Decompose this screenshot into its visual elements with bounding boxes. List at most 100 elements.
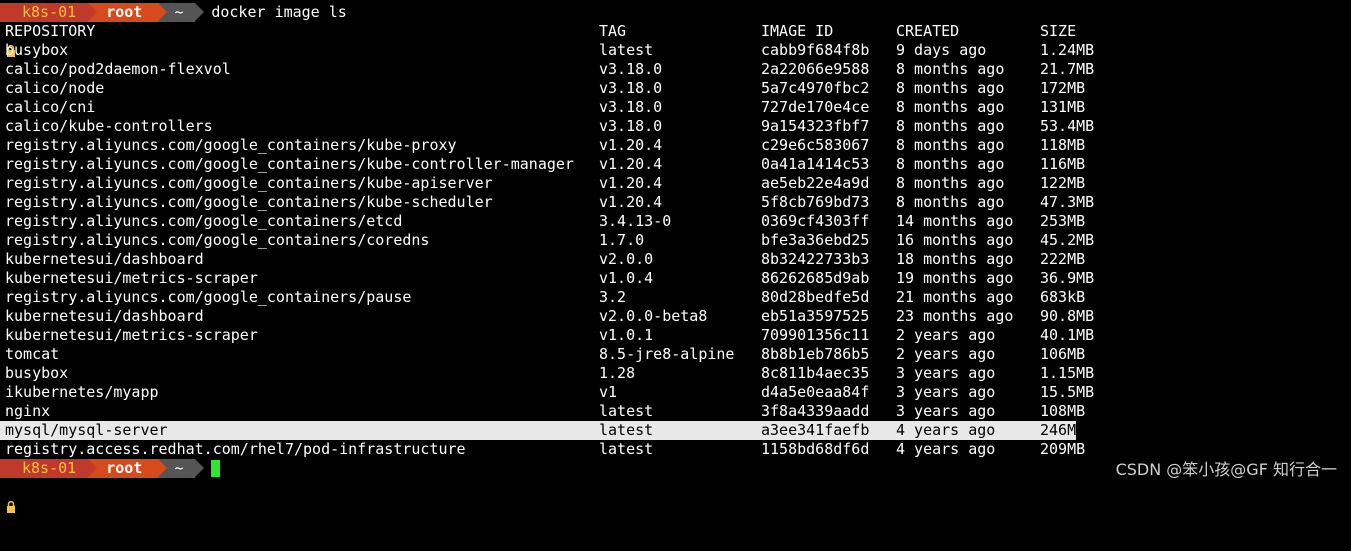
table-row: registry.aliyuncs.com/google_containers/… — [0, 193, 1351, 212]
cell-tag: latest — [599, 41, 654, 59]
terminal-window[interactable]: k8s-01 root ~ docker image ls REPOSITORY… — [0, 0, 1351, 513]
cell-repository: kubernetesui/dashboard — [5, 250, 204, 268]
table-row: kubernetesui/metrics-scraper v1.0.1 709901… — [0, 326, 1351, 345]
table-row: calico/node v3.18.0 5a7c4970fbc2 8 months a… — [0, 79, 1351, 98]
cell-repository: tomcat — [5, 345, 60, 363]
table-row: calico/kube-controllers v3.18.0 9a154323fb… — [0, 117, 1351, 136]
cell-size: 116MB — [1040, 155, 1086, 173]
prompt-dir: ~ — [174, 459, 184, 477]
cell-repository: registry.access.redhat.com/rhel7/pod-inf… — [5, 440, 466, 458]
cell-size: 40.1MB — [1040, 326, 1095, 344]
cell-image-id: 3f8a4339aadd — [761, 402, 870, 420]
cell-tag: latest — [599, 440, 654, 458]
cell-created: 3 years ago — [896, 364, 996, 382]
cell-created: 3 years ago — [896, 402, 996, 420]
table-row: busybox 1.28 8c811b4aec35 3 years ago 1.15MB — [0, 364, 1351, 383]
cell-image-id: 5f8cb769bd73 — [761, 193, 870, 211]
cell-repository: registry.aliyuncs.com/google_containers/… — [5, 174, 493, 192]
command-prompt: k8s-01 root ~ docker image ls — [0, 3, 347, 57]
cell-size: 246MB — [1040, 421, 1086, 439]
cell-created: 8 months ago — [896, 155, 1005, 173]
cell-tag: v1.0.4 — [599, 269, 654, 287]
table-row: registry.aliyuncs.com/google_containers/… — [0, 174, 1351, 193]
cell-size: 15.5MB — [1040, 383, 1095, 401]
cell-image-id: 8c811b4aec35 — [761, 364, 870, 382]
cell-created: 14 months ago — [896, 212, 1014, 230]
cell-created: 8 months ago — [896, 174, 1005, 192]
cell-tag: latest — [599, 421, 654, 439]
cell-repository: kubernetesui/dashboard — [5, 307, 204, 325]
cell-image-id: 8b32422733b3 — [761, 250, 870, 268]
cell-created: 8 months ago — [896, 79, 1005, 97]
header-repository: REPOSITORY — [5, 22, 96, 40]
cell-repository: calico/node — [5, 79, 105, 97]
cell-image-id: 727de170e4ce — [761, 98, 870, 116]
cell-image-id: d4a5e0eaa84f — [761, 383, 870, 401]
table-row: calico/pod2daemon-flexvol v3.18.0 2a22066e… — [0, 60, 1351, 79]
cell-image-id: c29e6c583067 — [761, 136, 870, 154]
cell-image-id: 86262685d9ab — [761, 269, 870, 287]
table-row: kubernetesui/dashboard v2.0.0-beta8 eb51a3… — [0, 307, 1351, 326]
cell-created: 8 months ago — [896, 117, 1005, 135]
cell-tag: v1.20.4 — [599, 155, 663, 173]
lock-icon — [6, 7, 16, 57]
cell-created: 2 years ago — [896, 345, 996, 363]
watermark: CSDN @笨小孩@GF 知行合一 — [1115, 460, 1337, 479]
cell-tag: 1.7.0 — [599, 231, 645, 249]
cell-size: 253MB — [1040, 212, 1086, 230]
header-image-id: IMAGE ID — [761, 22, 834, 40]
cell-created: 4 years ago — [896, 440, 996, 458]
cell-tag: latest — [599, 402, 654, 420]
cell-repository: registry.aliyuncs.com/google_containers/… — [5, 155, 574, 173]
cell-created: 18 months ago — [896, 250, 1014, 268]
cell-tag: v1.20.4 — [599, 136, 663, 154]
cell-size: 1.24MB — [1040, 41, 1095, 59]
header-size: SIZE — [1040, 22, 1077, 40]
cell-tag: 3.4.13-0 — [599, 212, 672, 230]
cell-size: 53.4MB — [1040, 117, 1095, 135]
cell-repository: registry.aliyuncs.com/google_containers/… — [5, 231, 430, 249]
cell-repository: calico/kube-controllers — [5, 117, 213, 135]
cell-created: 9 days ago — [896, 41, 987, 59]
cell-image-id: cabb9f684f8b — [761, 41, 870, 59]
cell-tag: v3.18.0 — [599, 98, 663, 116]
table-row: tomcat 8.5-jre8-alpine 8b8b1eb786b5 2 years… — [0, 345, 1351, 364]
cell-size: 209MB — [1040, 440, 1086, 458]
table-row: ikubernetes/myapp v1 d4a5e0eaa84f 3 years a… — [0, 383, 1351, 402]
cell-repository: busybox — [5, 364, 69, 382]
cell-size: 118MB — [1040, 136, 1086, 154]
cell-image-id: 2a22066e9588 — [761, 60, 870, 78]
lock-icon — [6, 463, 16, 513]
table-row: mysql/mysql-server latest a3ee341faefb 4 ye… — [0, 421, 1085, 440]
cell-repository: calico/pod2daemon-flexvol — [5, 60, 231, 78]
cell-repository: registry.aliyuncs.com/google_containers/… — [5, 288, 412, 306]
cell-size: 122MB — [1040, 174, 1086, 192]
command-prompt-current[interactable]: k8s-01 root ~ — [0, 459, 221, 513]
table-row: registry.aliyuncs.com/google_containers/… — [0, 136, 1351, 155]
cell-size: 47.3MB — [1040, 193, 1095, 211]
cell-repository: ikubernetes/myapp — [5, 383, 159, 401]
text-cursor[interactable] — [211, 460, 221, 477]
command-text: docker image ls — [211, 3, 347, 21]
prompt-user-segment: root — [88, 459, 168, 478]
prompt-user: root — [106, 459, 143, 477]
cell-size: 45.2MB — [1040, 231, 1095, 249]
cell-size: 172MB — [1040, 79, 1086, 97]
table-row: registry.aliyuncs.com/google_containers/… — [0, 231, 1351, 250]
cell-image-id: 5a7c4970fbc2 — [761, 79, 870, 97]
cell-created: 8 months ago — [896, 98, 1005, 116]
cell-image-id: bfe3a36ebd25 — [761, 231, 870, 249]
cell-image-id: eb51a3597525 — [761, 307, 870, 325]
cell-tag: 8.5-jre8-alpine — [599, 345, 735, 363]
cell-created: 4 years ago — [896, 421, 996, 439]
cell-size: 222MB — [1040, 250, 1086, 268]
cell-repository: calico/cni — [5, 98, 96, 116]
cell-size: 1.15MB — [1040, 364, 1095, 382]
cell-tag: v3.18.0 — [599, 60, 663, 78]
cell-repository: busybox — [5, 41, 69, 59]
cell-tag: v3.18.0 — [599, 79, 663, 97]
table-row: calico/cni v3.18.0 727de170e4ce 8 months ag… — [0, 98, 1351, 117]
cell-created: 8 months ago — [896, 136, 1005, 154]
cell-repository: nginx — [5, 402, 51, 420]
cell-created: 16 months ago — [896, 231, 1014, 249]
